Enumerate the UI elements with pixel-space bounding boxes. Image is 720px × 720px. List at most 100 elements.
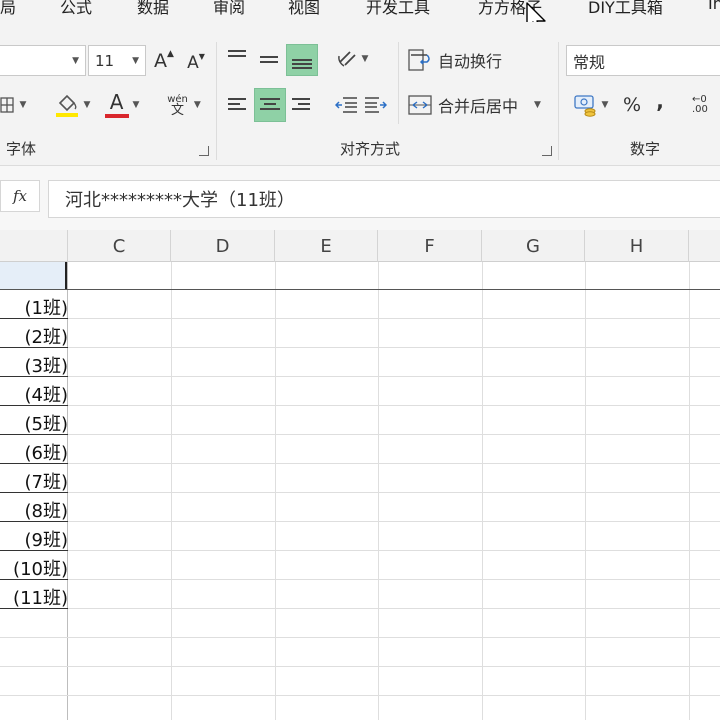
font-name-select[interactable]: ▼ <box>0 45 86 76</box>
orientation-button[interactable]: ▼ <box>330 44 374 74</box>
align-center-icon <box>260 98 280 112</box>
formula-bar: fx 河北*********大学（11班） <box>0 166 720 230</box>
cell-b8[interactable]: (7班) <box>25 468 69 494</box>
grid-line <box>0 579 720 580</box>
grid-line <box>0 347 720 348</box>
increase-font-icon: A <box>154 50 168 72</box>
menu-item-developer[interactable]: 开发工具 <box>366 0 430 18</box>
font-size-select[interactable]: 11 ▼ <box>88 45 146 76</box>
align-bottom-button[interactable] <box>286 44 318 76</box>
comma-icon: , <box>656 89 664 113</box>
number-group-label: 数字 <box>630 140 661 158</box>
increase-decimal-button[interactable]: ←0 .00 <box>692 90 720 120</box>
cell-b10[interactable]: (9班) <box>25 526 69 552</box>
font-group-label: 字体 <box>6 140 37 158</box>
cell-b2[interactable]: (1班) <box>25 294 69 320</box>
alignment-dialog-launcher-icon[interactable] <box>542 146 552 156</box>
align-center-button[interactable] <box>254 88 286 122</box>
number-format-value: 常规 <box>573 52 606 72</box>
cell-b7[interactable]: (6班) <box>25 439 69 465</box>
ribbon-separator <box>558 42 559 160</box>
align-middle-button[interactable] <box>256 44 282 74</box>
merge-center-label: 合并后居中 <box>438 97 519 116</box>
grid-line <box>0 608 720 609</box>
menu-item-layout[interactable]: 局 <box>0 0 16 18</box>
cell-b5[interactable]: (4班) <box>25 381 69 407</box>
paint-bucket-icon <box>55 94 78 117</box>
grid-line <box>171 262 172 720</box>
phonetic-guide-button[interactable]: wén 文 ▼ <box>160 90 208 120</box>
menu-item-diy-toolbox[interactable]: DIY工具箱 <box>588 0 663 18</box>
column-header-d[interactable]: D <box>171 230 275 262</box>
orientation-icon <box>337 51 356 67</box>
ribbon-separator <box>398 42 399 124</box>
cell-b12[interactable]: (11班) <box>13 584 68 610</box>
number-format-select[interactable]: 常规 <box>566 45 720 76</box>
wrap-text-button[interactable]: 自动换行 <box>408 46 520 74</box>
column-header-g[interactable]: G <box>482 230 585 262</box>
accounting-format-button[interactable]: ▼ <box>566 90 614 120</box>
column-header-e[interactable]: E <box>275 230 378 262</box>
cell-b4[interactable]: (3班) <box>25 352 69 378</box>
selected-cell[interactable] <box>0 262 67 289</box>
grid-line <box>0 550 720 551</box>
grid-line <box>0 463 720 464</box>
column-header-f[interactable]: F <box>378 230 482 262</box>
column-header-h[interactable]: H <box>585 230 689 262</box>
grid-line <box>0 666 720 667</box>
font-size-value: 11 <box>95 51 115 70</box>
decrease-font-button[interactable]: A ▼ <box>184 49 208 77</box>
align-top-button[interactable] <box>224 44 250 70</box>
percent-style-button[interactable]: % <box>620 90 644 120</box>
percent-icon: % <box>622 94 642 116</box>
font-color-button[interactable]: A ▼ <box>100 90 144 120</box>
decrease-indent-icon <box>335 97 357 113</box>
ribbon-separator <box>216 42 217 160</box>
grid-line <box>0 637 720 638</box>
alignment-group-label: 对齐方式 <box>340 140 401 158</box>
formula-input[interactable]: 河北*********大学（11班） <box>48 180 720 218</box>
menu-bar: 局 公式 数据 审阅 视图 开发工具 方方格子 DIY工具箱 In <box>0 0 720 22</box>
ribbon: ▼ 11 ▼ A ▲ A ▼ ▼ ▼ A ▼ wén 文 ▼ 字体 ▼ 自动换行… <box>0 22 720 166</box>
align-top-icon <box>228 49 246 65</box>
menu-item-view[interactable]: 视图 <box>288 0 320 18</box>
indent-icon <box>365 97 387 113</box>
decrease-indent-button[interactable] <box>332 90 360 120</box>
column-header-b[interactable] <box>0 230 68 262</box>
align-right-button[interactable] <box>288 90 314 120</box>
borders-button[interactable]: ▼ <box>0 92 32 118</box>
borders-icon <box>0 97 14 113</box>
fill-color-button[interactable]: ▼ <box>50 90 94 120</box>
decrease-font-icon: A <box>187 53 199 73</box>
grid-line <box>0 289 720 290</box>
grid-line <box>378 262 379 720</box>
insert-function-button[interactable]: fx <box>0 180 40 212</box>
increase-font-button[interactable]: A ▲ <box>152 47 176 75</box>
menu-item-review[interactable]: 审阅 <box>213 0 245 18</box>
increase-indent-button[interactable] <box>362 90 390 120</box>
font-dialog-launcher-icon[interactable] <box>199 146 209 156</box>
cell-b11[interactable]: (10班) <box>13 555 68 581</box>
column-header-i[interactable] <box>689 230 720 262</box>
grid-line <box>0 695 720 696</box>
wrap-icon <box>408 49 430 71</box>
increase-decimal-icon: ←0 .00 <box>692 94 708 115</box>
grid-line <box>0 434 720 435</box>
cell-b6[interactable]: (5班) <box>25 410 69 436</box>
align-left-button[interactable] <box>224 90 250 120</box>
grid-line <box>0 318 720 319</box>
merge-center-button[interactable]: 合并后居中 ▼ <box>408 90 550 120</box>
menu-item-insert[interactable]: In <box>708 0 720 13</box>
column-header-c[interactable]: C <box>68 230 171 262</box>
menu-item-formulas[interactable]: 公式 <box>60 0 92 18</box>
cell-b9[interactable]: (8班) <box>25 497 69 523</box>
cursor-icon <box>526 2 546 22</box>
align-bottom-icon <box>292 51 312 69</box>
cell-b3[interactable]: (2班) <box>25 323 69 349</box>
menu-item-data[interactable]: 数据 <box>137 0 169 18</box>
grid-line <box>0 521 720 522</box>
grid-line <box>0 492 720 493</box>
align-middle-icon <box>260 51 278 67</box>
spreadsheet-grid[interactable]: C D E F G H (1班) (2班) (3班) (4班) (5班) (6班… <box>0 230 720 720</box>
comma-style-button[interactable]: , <box>650 86 670 116</box>
